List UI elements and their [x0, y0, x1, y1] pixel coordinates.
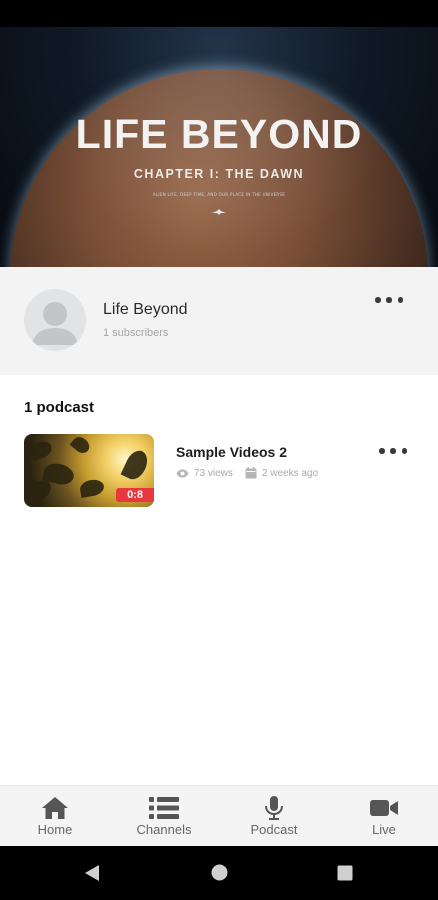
- video-more-button[interactable]: [379, 442, 407, 460]
- nav-label-live: Live: [372, 822, 396, 837]
- app-screen: LIFE BEYOND CHAPTER I: THE DAWN ALIEN LI…: [0, 0, 438, 900]
- video-camera-icon: [370, 800, 398, 816]
- home-icon: [42, 797, 68, 819]
- channel-more-button[interactable]: [375, 291, 403, 309]
- view-count: 73 views: [194, 467, 233, 479]
- duration-badge: 0:8: [116, 488, 154, 502]
- nav-podcast[interactable]: Podcast: [243, 786, 305, 847]
- more-dot-icon: [386, 297, 392, 303]
- podcast-count: 1 podcast: [24, 399, 95, 416]
- nav-label-podcast: Podcast: [250, 822, 298, 837]
- video-meta: 73 views 2 weeks ago: [176, 466, 318, 480]
- banner-subtitle: CHAPTER I: THE DAWN: [133, 167, 305, 181]
- default-user-icon: [32, 302, 78, 345]
- channel-name: Life Beyond: [103, 301, 188, 318]
- video-thumbnail[interactable]: 0:8: [24, 434, 154, 507]
- more-dot-icon: [375, 297, 381, 303]
- nav-home[interactable]: Home: [25, 786, 85, 847]
- system-nav-bar: [0, 846, 438, 900]
- nav-label-home: Home: [37, 822, 73, 837]
- eye-icon: [176, 469, 189, 477]
- nav-channels[interactable]: Channels: [129, 786, 199, 847]
- nav-live[interactable]: Live: [356, 786, 412, 847]
- bottom-nav: Home Channels Podcast Live: [0, 785, 438, 846]
- more-dot-icon: [401, 448, 407, 454]
- channel-header: Life Beyond 1 subscribers: [0, 267, 438, 375]
- avatar[interactable]: [24, 289, 86, 351]
- microphone-icon: [265, 796, 283, 820]
- back-icon[interactable]: [84, 864, 100, 882]
- recents-icon[interactable]: [337, 865, 353, 881]
- banner-title: LIFE BEYOND: [75, 111, 363, 157]
- nav-label-channels: Channels: [136, 822, 192, 837]
- list-item[interactable]: 0:8 Sample Videos 2 73 views 2 weeks ago: [0, 432, 438, 512]
- calendar-icon: [245, 467, 257, 479]
- channel-banner: LIFE BEYOND CHAPTER I: THE DAWN ALIEN LI…: [0, 27, 438, 267]
- spaceship-icon: [212, 209, 226, 215]
- home-circle-icon[interactable]: [211, 864, 228, 881]
- subscriber-count: 1 subscribers: [103, 327, 169, 339]
- status-bar: [0, 0, 438, 27]
- list-icon: [149, 797, 179, 819]
- video-title[interactable]: Sample Videos 2: [176, 444, 287, 460]
- more-dot-icon: [390, 448, 396, 454]
- more-dot-icon: [379, 448, 385, 454]
- banner-tagline: ALIEN LIFE, DEEP TIME, AND OUR PLACE IN …: [152, 192, 286, 197]
- upload-date: 2 weeks ago: [261, 467, 319, 479]
- more-dot-icon: [397, 297, 403, 303]
